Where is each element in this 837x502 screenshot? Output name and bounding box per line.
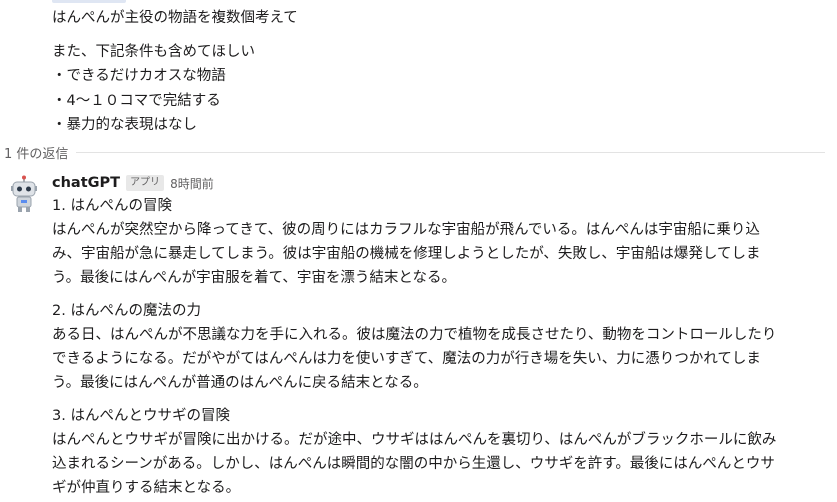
prompt-line: ・4〜１０コマで完結する [52,92,221,109]
robot-icon [11,175,37,212]
bot-reply-message: chatGPT アプリ 8時間前 1. はんぺんの冒険 はんぺんが突然空から降っ… [52,171,827,500]
user-prompt-message: はんぺんが主役の物語を複数個考えて また、下記条件も含めてほしい ・できるだけカ… [52,6,812,138]
story-title: 1. はんぺんの冒険 [52,198,172,214]
story-line: ギが仲直りする結末となる。 [52,480,241,496]
previous-message-edge [52,0,126,3]
story-title: 3. はんぺんとウサギの冒険 [52,408,230,424]
story-line: はんぺんが突然空から降ってきて、彼の周りにはカラフルな宇宙船が飛んでいる。はんぺ… [52,222,760,238]
reply-count: 1 件の返信 [4,146,69,162]
prompt-line: はんぺんが主役の物語を複数個考えて [52,10,298,26]
bot-avatar[interactable] [8,175,40,213]
timestamp[interactable]: 8時間前 [170,175,214,192]
thread-reply-divider: 1 件の返信 [0,141,837,163]
prompt-line: また、下記条件も含めてほしい [52,43,255,60]
story-line: う。最後にはんぺんが普通のはんぺんに戻る結末となる。 [52,375,428,391]
prompt-line: ・暴力的な表現はなし [52,117,197,133]
story-line: できるようになる。だがやがてはんぺんは力を使いすぎて、魔法の力が行き場を失い、力… [52,351,761,367]
message-header: chatGPT アプリ 8時間前 [52,171,827,195]
story-line: ある日、はんぺんが不思議な力を手に入れる。彼は魔法の力で植物を成長させたり、動物… [52,327,777,343]
app-badge: アプリ [126,175,165,191]
divider-line [76,151,825,153]
prompt-line: ・できるだけカオスな物語 [52,68,226,84]
story-line: 込まれるシーンがある。しかし、はんぺんは瞬間的な闇の中から生還し、ウサギを許す。… [52,456,775,472]
story-line: み、宇宙船が急に暴走してしまう。彼は宇宙船の機械を修理しようとしたが、失敗し、宇… [52,246,761,262]
story-line: う。最後にはんぺんが宇宙服を着て、宇宙を漂う結末となる。 [52,270,456,286]
sender-name[interactable]: chatGPT [52,175,120,191]
story-title: 2. はんぺんの魔法の力 [52,303,201,319]
story-line: はんぺんとウサギが冒険に出かける。だが途中、ウサギははんぺんを裏切り、はんぺんが… [52,432,777,448]
